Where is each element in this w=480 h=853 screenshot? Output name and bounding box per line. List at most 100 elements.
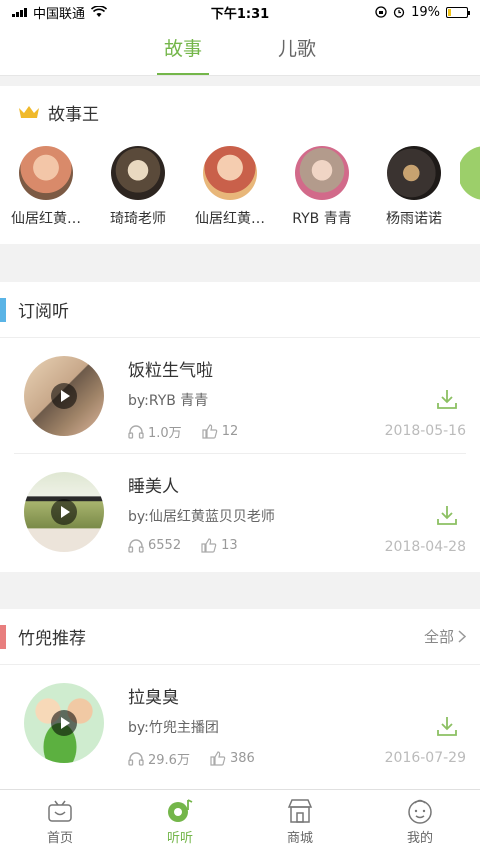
story-king-item[interactable]: 仙居红黄… [0,146,92,228]
story-author: by:RYB 青青 [128,393,209,409]
likes-stat: 13 [201,538,238,553]
thumbs-up-icon [210,751,226,766]
wifi-icon [91,6,108,17]
story-king-name: RYB 青青 [292,211,352,227]
story-king-title: 故事王 [48,104,99,125]
nav-shop[interactable]: 商城 [260,797,340,846]
subscription-section: 订阅听 饭粒生气啦 by:RYB 青青 1.0万 12 2018-05-16 睡… [0,282,480,572]
recommend-title: 竹兜推荐 [18,629,86,649]
see-all-link[interactable]: 全部 [424,626,466,647]
recommend-header: 竹兜推荐 全部 [0,609,480,665]
music-listen-icon [168,799,193,822]
story-king-item[interactable]: 仙居红黄… [184,146,276,228]
headphones-icon [128,539,144,553]
tab-story[interactable]: 故事 [157,24,209,75]
download-icon[interactable] [436,504,458,526]
thumbs-up-icon [201,538,217,553]
plays-count: 6552 [148,538,182,553]
headphones-icon [128,752,144,766]
story-date: 2016-07-29 [384,750,466,766]
story-date: 2018-05-16 [384,423,466,439]
story-date: 2018-04-28 [384,539,466,555]
bottom-nav: 首页 听听 商城 我的 [0,789,480,853]
avatar [111,146,165,200]
battery-percent: 19% [411,4,440,20]
shop-icon [287,799,313,823]
avatar [295,146,349,200]
thumbs-up-icon [202,424,217,439]
story-thumbnail [24,356,104,436]
alarm-icon [393,7,405,18]
avatar [460,146,480,200]
likes-count: 12 [221,424,239,439]
plays-stat: 1.0万 [128,422,182,441]
tab-songs[interactable]: 儿歌 [271,24,323,75]
story-king-item[interactable]: 杨雨诺诺 [368,146,460,228]
list-item[interactable]: 饭粒生气啦 by:RYB 青青 1.0万 12 2018-05-16 [14,338,466,454]
likes-stat: 12 [202,424,239,439]
nav-home[interactable]: 首页 [20,797,100,846]
likes-count: 13 [221,538,238,553]
subscription-title: 订阅听 [18,302,69,322]
story-king-header: 故事王 [0,86,480,138]
face-profile-icon [408,799,432,824]
story-king-name: 仙居红黄… [195,211,265,227]
plays-stat: 29.6万 [128,749,190,768]
subscription-header: 订阅听 [0,282,480,338]
download-icon[interactable] [436,388,458,410]
status-left: 中国联通 [12,3,108,22]
story-title: 拉臭臭 [128,688,179,708]
battery-fill [448,8,451,16]
story-king-name: 琦琦老师 [110,211,166,227]
story-king-item-partial[interactable] [460,146,480,228]
top-tabs: 故事 儿歌 [0,24,480,76]
avatar [19,146,73,200]
nav-profile[interactable]: 我的 [380,797,460,846]
plays-count: 29.6万 [148,753,190,768]
carrier-label: 中国联通 [33,6,86,22]
plays-stat: 6552 [128,538,181,553]
crown-icon [19,106,39,118]
section-accent-bar [0,298,6,322]
nav-profile-label: 我的 [406,831,433,846]
plays-count: 1.0万 [148,426,182,441]
see-all-label: 全部 [423,628,454,646]
story-stats: 29.6万 386 [128,749,275,768]
likes-stat: 386 [210,751,255,766]
nav-home-label: 首页 [46,831,73,846]
chevron-right-icon [458,630,466,643]
list-item[interactable]: 睡美人 by:仙居红黄蓝贝贝老师 6552 13 2018-04-28 [14,454,466,570]
status-bar: 中国联通 下午1:31 19% [0,0,480,24]
section-accent-bar [0,625,6,649]
story-king-item[interactable]: 琦琦老师 [92,146,184,228]
play-icon[interactable] [51,710,77,736]
story-king-section: 故事王 仙居红黄… 琦琦老师 仙居红黄… RYB 青青 杨雨诺诺 [0,86,480,244]
tv-home-icon [48,800,72,822]
download-icon[interactable] [436,715,458,737]
play-icon[interactable] [51,383,77,409]
headphones-icon [128,425,144,439]
signal-icon [12,7,27,17]
list-item[interactable]: 拉臭臭 by:竹兜主播团 29.6万 386 2016-07-29 [14,665,466,781]
nav-shop-label: 商城 [286,831,313,846]
story-stats: 1.0万 12 [128,422,258,441]
story-king-name: 杨雨诺诺 [386,211,442,227]
story-thumbnail [24,683,104,763]
avatar [387,146,441,200]
story-king-name: 仙居红黄… [11,211,81,227]
story-king-list: 仙居红黄… 琦琦老师 仙居红黄… RYB 青青 杨雨诺诺 [0,138,480,228]
story-king-item[interactable]: RYB 青青 [276,146,368,228]
story-author: by:仙居红黄蓝贝贝老师 [128,509,275,525]
play-icon[interactable] [51,499,77,525]
story-stats: 6552 13 [128,538,258,553]
story-author: by:竹兜主播团 [128,720,219,736]
recommend-section: 竹兜推荐 全部 拉臭臭 by:竹兜主播团 29.6万 386 2016-07-2… [0,609,480,789]
story-thumbnail [24,472,104,552]
story-title: 饭粒生气啦 [128,361,213,381]
status-right: 19% [375,4,470,20]
likes-count: 386 [229,751,255,766]
nav-listen[interactable]: 听听 [140,797,220,846]
battery-icon [446,6,470,18]
nav-listen-label: 听听 [166,831,193,846]
story-title: 睡美人 [128,477,179,497]
